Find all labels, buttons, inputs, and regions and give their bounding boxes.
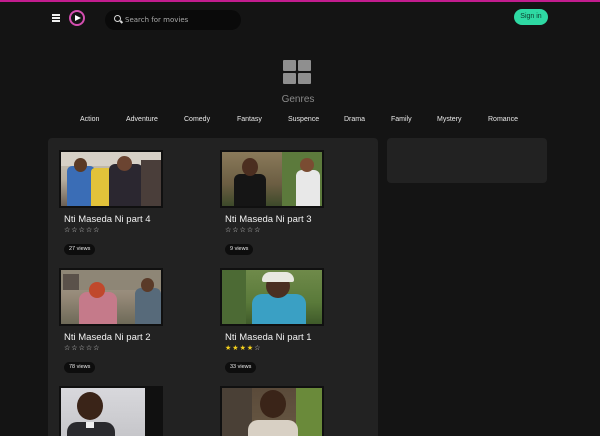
star-icon[interactable]: ☆ [79,344,86,352]
star-icon[interactable]: ☆ [71,344,78,352]
star-icon[interactable]: ☆ [93,344,100,352]
movie-title[interactable]: Nti Maseda Ni part 2 [64,332,163,343]
views-badge: 33 views [225,362,257,373]
genre-link-suspence[interactable]: Suspence [288,116,319,123]
star-icon[interactable]: ★ [240,344,247,352]
movie-card[interactable] [59,386,163,436]
top-bar: Sign in [0,4,600,34]
movie-card[interactable]: Nti Maseda Ni part 2 ☆☆☆☆☆ 78 views [59,268,163,373]
star-icon[interactable]: ☆ [240,226,247,234]
movie-card[interactable]: Nti Maseda Ni part 4 ☆☆☆☆☆ 27 views [59,150,163,255]
genre-nav: Action Adventure Comedy Fantasy Suspence… [0,116,600,130]
star-icon[interactable]: ☆ [79,226,86,234]
search-bar[interactable] [105,10,241,30]
movie-thumbnail[interactable] [59,268,163,326]
genre-link-comedy[interactable]: Comedy [184,116,210,123]
grid-icon [283,60,312,85]
sidebar-panel [387,138,547,183]
movie-thumbnail[interactable] [59,386,163,436]
star-icon[interactable]: ☆ [254,226,261,234]
movie-thumbnail[interactable] [220,150,324,208]
movie-title[interactable]: Nti Maseda Ni part 3 [225,214,324,225]
star-icon[interactable]: ☆ [71,226,78,234]
hamburger-menu-icon[interactable] [52,14,60,22]
star-icon[interactable]: ☆ [254,344,261,352]
sign-in-button[interactable]: Sign in [514,9,548,25]
views-badge: 78 views [64,362,96,373]
star-icon[interactable]: ☆ [232,226,239,234]
star-icon[interactable]: ★ [232,344,239,352]
rating-stars: ☆☆☆☆☆ [225,226,324,235]
genre-link-adventure[interactable]: Adventure [126,116,158,123]
movie-thumbnail[interactable] [59,150,163,208]
genres-title: Genres [281,94,315,105]
genre-link-action[interactable]: Action [80,116,99,123]
movie-title[interactable]: Nti Maseda Ni part 1 [225,332,324,343]
genre-link-romance[interactable]: Romance [488,116,518,123]
genre-link-mystery[interactable]: Mystery [437,116,462,123]
views-badge: 27 views [64,244,96,255]
movie-thumbnail[interactable] [220,268,324,326]
search-input[interactable] [125,13,235,27]
views-badge: 9 views [225,244,254,255]
movie-title[interactable]: Nti Maseda Ni part 4 [64,214,163,225]
search-icon [114,15,121,22]
movie-thumbnail[interactable] [220,386,324,436]
movie-card[interactable]: Nti Maseda Ni part 3 ☆☆☆☆☆ 9 views [220,150,324,255]
movie-card[interactable] [220,386,324,436]
genre-link-family[interactable]: Family [391,116,412,123]
star-icon[interactable]: ☆ [93,226,100,234]
rating-stars: ☆☆☆☆☆ [64,344,163,353]
movie-card[interactable]: Nti Maseda Ni part 1 ★★★★☆ 33 views [220,268,324,373]
genre-link-drama[interactable]: Drama [344,116,365,123]
genre-link-fantasy[interactable]: Fantasy [237,116,262,123]
rating-stars: ☆☆☆☆☆ [64,226,163,235]
play-logo-icon[interactable] [69,10,85,26]
rating-stars: ★★★★☆ [225,344,324,353]
